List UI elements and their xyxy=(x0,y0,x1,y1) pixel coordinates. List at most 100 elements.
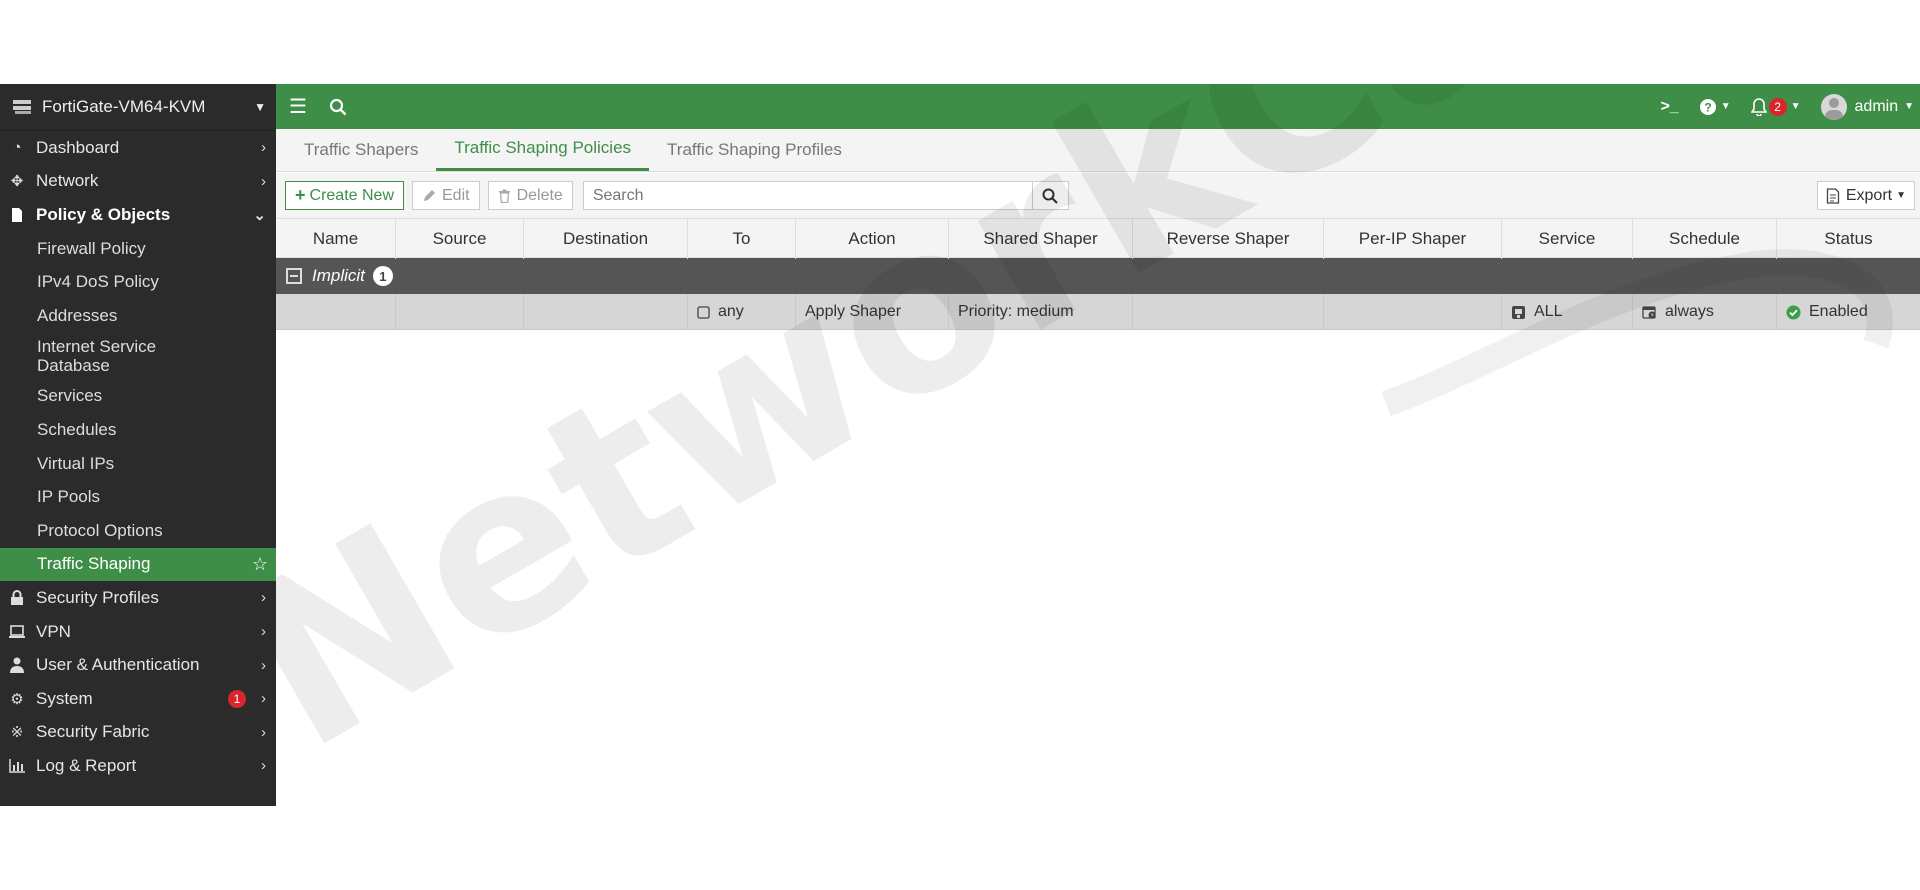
sidebar-item-label: Addresses xyxy=(37,305,118,325)
group-row-implicit[interactable]: Implicit 1 xyxy=(276,258,1920,294)
sidebar-item-services[interactable]: Services xyxy=(0,380,276,414)
sidebar-item-internet-service-database[interactable]: Internet Service Database xyxy=(0,333,276,380)
sidebar-item-label: Services xyxy=(37,386,103,406)
lock-icon xyxy=(8,589,26,607)
sidebar-item-protocol-options[interactable]: Protocol Options xyxy=(0,514,276,548)
sidebar-item-label: Network xyxy=(36,171,99,191)
sidebar-item-label: IPv4 DoS Policy xyxy=(37,272,159,292)
interface-icon xyxy=(697,305,710,319)
sidebar-item-firewall-policy[interactable]: Firewall Policy xyxy=(0,232,276,266)
dashboard-icon: ◔ xyxy=(12,139,22,157)
table-row[interactable]: any Apply Shaper Priority: medium ALL al… xyxy=(276,294,1920,330)
fortigate-app: FortiGate-VM64-KVM ▼ ◔ Dashboard › ✥ Net… xyxy=(0,84,1920,806)
cell-per-ip-shaper xyxy=(1324,294,1502,330)
sidebar-item-policy-objects[interactable]: Policy & Objects ⌄ xyxy=(0,198,276,232)
chevron-down-icon: ▼ xyxy=(1790,101,1801,112)
chevron-down-icon: ▼ xyxy=(254,100,266,114)
user-menu[interactable]: admin ▼ xyxy=(1811,84,1920,129)
cell-schedule: always xyxy=(1633,294,1777,330)
service-icon xyxy=(1511,305,1526,320)
sidebar-item-label: IP Pools xyxy=(37,487,101,507)
sidebar-item-network[interactable]: ✥ Network › xyxy=(0,165,276,199)
document-icon xyxy=(1826,187,1839,204)
help-icon[interactable]: ? ▼ xyxy=(1689,84,1741,129)
chevron-right-icon: › xyxy=(261,139,266,157)
chevron-right-icon: › xyxy=(261,690,266,708)
column-header-per-ip-shaper[interactable]: Per-IP Shaper xyxy=(1324,219,1502,259)
sidebar-item-label: Schedules xyxy=(37,419,117,439)
sidebar-item-security-fabric[interactable]: ※ Security Fabric › xyxy=(0,716,276,750)
device-name: FortiGate-VM64-KVM xyxy=(42,97,206,116)
sidebar-item-ipv4-dos-policy[interactable]: IPv4 DoS Policy xyxy=(0,265,276,299)
cell-schedule-value: always xyxy=(1665,303,1714,320)
column-header-service[interactable]: Service xyxy=(1502,219,1633,259)
sidebar-item-virtual-ips[interactable]: Virtual IPs xyxy=(0,447,276,481)
chevron-right-icon: › xyxy=(261,172,266,190)
bell-icon xyxy=(1750,97,1767,116)
sidebar-item-label: Dashboard xyxy=(36,137,120,157)
bar-chart-icon xyxy=(8,757,26,775)
search-button[interactable] xyxy=(1032,181,1069,210)
sidebar-item-ip-pools[interactable]: IP Pools xyxy=(0,480,276,514)
chevron-right-icon: › xyxy=(261,656,266,674)
sidebar-item-label: Security Profiles xyxy=(36,587,159,607)
cell-status: Enabled xyxy=(1777,294,1920,330)
collapse-icon[interactable] xyxy=(286,268,302,284)
sidebar-item-label: Policy & Objects xyxy=(36,204,171,224)
calendar-clock-icon xyxy=(1642,305,1657,320)
cli-console-icon[interactable]: >_ xyxy=(1650,84,1688,129)
tab-traffic-shaping-profiles[interactable]: Traffic Shaping Profiles xyxy=(649,128,860,171)
column-header-shared-shaper[interactable]: Shared Shaper xyxy=(949,219,1133,259)
top-bar: ☰ >_ ? ▼ 2 ▼ admin ▼ xyxy=(276,84,1920,129)
cell-status-value: Enabled xyxy=(1809,303,1868,320)
sidebar-item-label: Internet Service Database xyxy=(37,337,157,376)
export-button[interactable]: Export ▼ xyxy=(1816,181,1915,210)
column-header-reverse-shaper[interactable]: Reverse Shaper xyxy=(1133,219,1324,259)
svg-text:?: ? xyxy=(1704,100,1711,114)
column-header-schedule[interactable]: Schedule xyxy=(1633,219,1777,259)
cell-to: any xyxy=(688,294,796,330)
sidebar-item-user-authentication[interactable]: User & Authentication › xyxy=(0,648,276,682)
column-header-source[interactable]: Source xyxy=(396,219,524,259)
search-icon xyxy=(1042,188,1059,204)
sidebar-item-schedules[interactable]: Schedules xyxy=(0,413,276,447)
chevron-right-icon: › xyxy=(261,757,266,775)
delete-label: Delete xyxy=(516,186,563,204)
column-header-name[interactable]: Name xyxy=(276,219,396,259)
column-header-to[interactable]: To xyxy=(688,219,796,259)
cell-source xyxy=(396,294,524,330)
create-new-label: Create New xyxy=(309,186,394,204)
gear-icon: ⚙ xyxy=(10,690,24,708)
fabric-icon: ※ xyxy=(10,724,24,742)
star-icon[interactable]: ☆ xyxy=(252,554,268,575)
sidebar-item-addresses[interactable]: Addresses xyxy=(0,299,276,333)
sidebar-item-dashboard[interactable]: ◔ Dashboard › xyxy=(0,131,276,165)
hamburger-menu-icon[interactable]: ☰ xyxy=(278,84,318,129)
avatar xyxy=(1820,93,1847,120)
sidebar-item-vpn[interactable]: VPN › xyxy=(0,615,276,649)
table-header: Name Source Destination To Action Shared… xyxy=(276,218,1920,259)
column-header-action[interactable]: Action xyxy=(796,219,949,259)
sidebar-item-log-report[interactable]: Log & Report › xyxy=(0,749,276,783)
user-icon xyxy=(8,656,26,674)
delete-button[interactable]: Delete xyxy=(487,181,573,210)
column-header-destination[interactable]: Destination xyxy=(524,219,688,259)
cell-destination xyxy=(524,294,688,330)
chevron-down-icon: ⌄ xyxy=(253,206,266,224)
chevron-down-icon: ▼ xyxy=(1720,101,1731,112)
device-selector[interactable]: FortiGate-VM64-KVM ▼ xyxy=(0,84,276,131)
tab-traffic-shaping-policies[interactable]: Traffic Shaping Policies xyxy=(436,128,650,171)
search-icon[interactable] xyxy=(318,84,358,129)
search-input[interactable] xyxy=(582,181,1033,210)
sidebar-item-security-profiles[interactable]: Security Profiles › xyxy=(0,581,276,615)
cell-shared-shaper: Priority: medium xyxy=(949,294,1133,330)
sidebar-item-system[interactable]: ⚙ System 1 › xyxy=(0,682,276,716)
cell-name xyxy=(276,294,396,330)
create-new-button[interactable]: + Create New xyxy=(285,181,404,210)
tab-traffic-shapers[interactable]: Traffic Shapers xyxy=(286,128,436,171)
sidebar-item-traffic-shaping[interactable]: Traffic Shaping ☆ xyxy=(0,547,276,582)
column-header-status[interactable]: Status xyxy=(1777,219,1920,259)
notifications-button[interactable]: 2 ▼ xyxy=(1741,84,1811,129)
edit-button[interactable]: Edit xyxy=(412,181,480,210)
cell-reverse-shaper xyxy=(1133,294,1324,330)
